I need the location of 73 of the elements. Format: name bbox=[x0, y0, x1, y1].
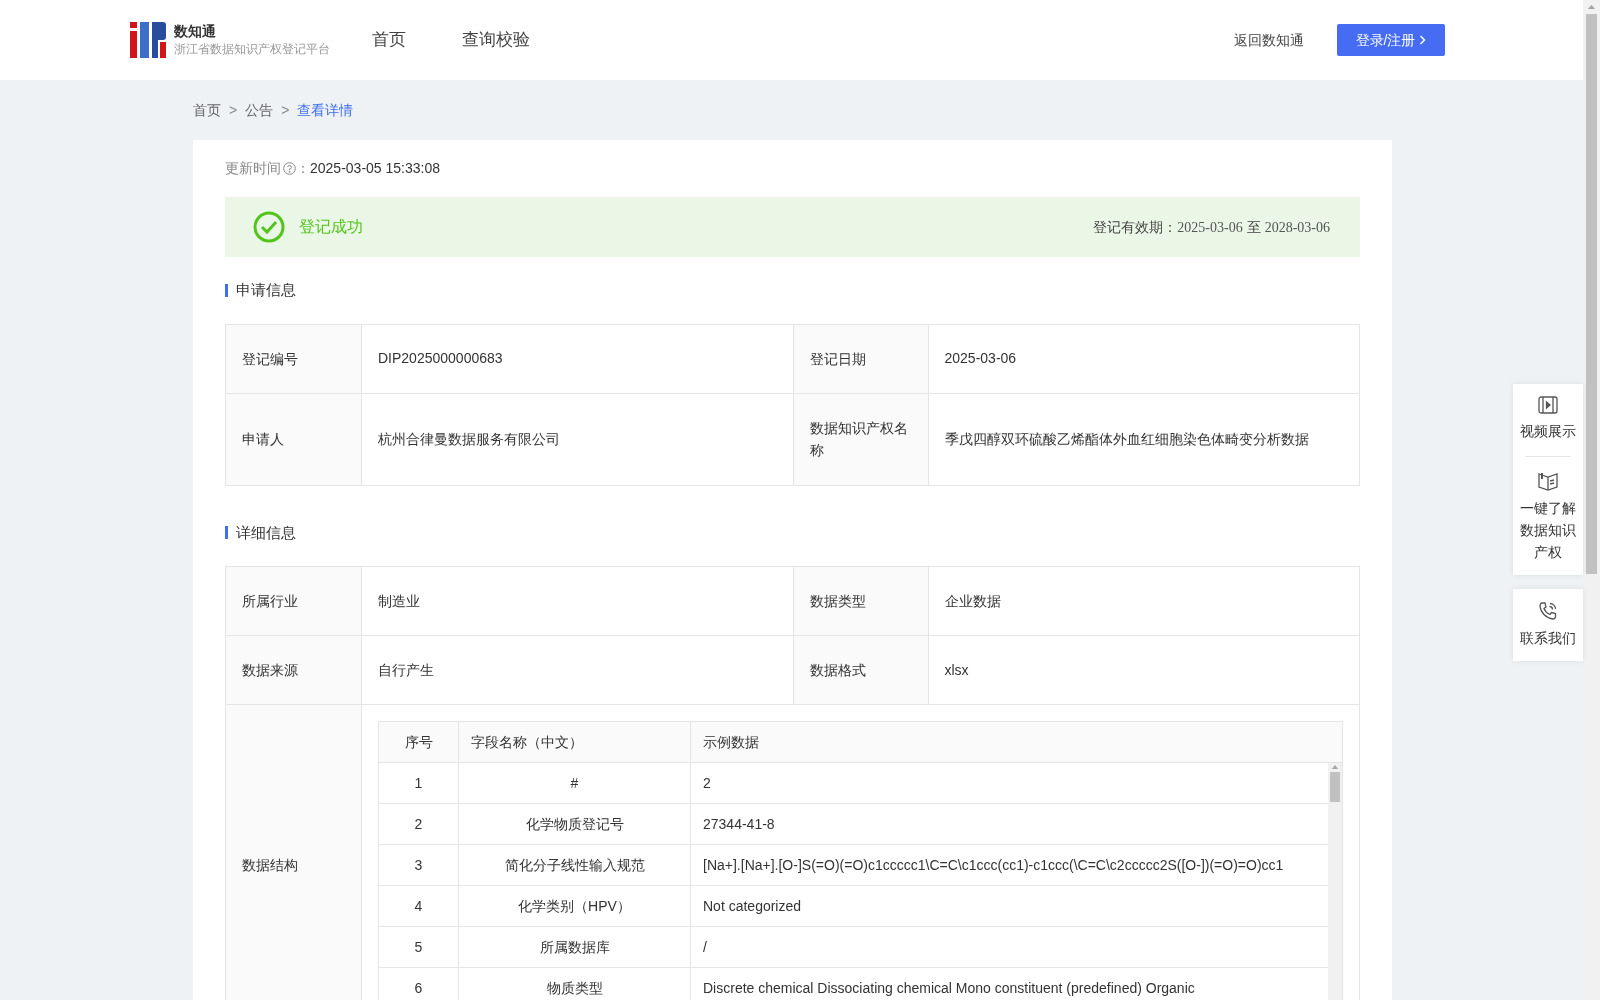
table-cell: 5 bbox=[379, 927, 459, 967]
table-cell: 简化分子线性输入规范 bbox=[459, 845, 691, 885]
scrollbar-thumb[interactable] bbox=[1586, 14, 1597, 574]
logo-icon bbox=[130, 22, 166, 58]
validity-to: 至 bbox=[1246, 217, 1261, 237]
side-panel-link[interactable]: 一键了解数据知识产权 bbox=[1519, 497, 1577, 563]
field-label: 登记日期 bbox=[809, 349, 866, 369]
field-value: 企业数据 bbox=[944, 591, 1001, 611]
validity-end: 2028-03-06 bbox=[1264, 218, 1330, 237]
field-value: 2025-03-06 bbox=[944, 349, 1017, 368]
check-circle-icon bbox=[253, 211, 285, 243]
nav-link[interactable]: 查询校验 bbox=[462, 27, 530, 53]
chevron-right-icon bbox=[1419, 35, 1427, 45]
field-value: DIP2025000000683 bbox=[378, 349, 503, 368]
field-value: 制造业 bbox=[378, 591, 420, 611]
breadcrumb-link[interactable]: 查看详情 bbox=[297, 99, 354, 121]
validity-start: 2025-03-06 bbox=[1177, 218, 1243, 237]
phone-icon bbox=[1538, 601, 1558, 621]
table-cell: 1 bbox=[379, 763, 459, 803]
breadcrumb-link[interactable]: 首页 bbox=[193, 99, 221, 121]
table-cell: 6 bbox=[379, 968, 459, 1000]
logo-subtitle: 浙江省数据知识产权登记平台 bbox=[174, 41, 330, 58]
table-cell-text: / bbox=[702, 937, 708, 957]
column-header: 字段名称（中文） bbox=[459, 722, 691, 762]
update-label: 更新时间 bbox=[225, 159, 281, 178]
nav-link[interactable]: 首页 bbox=[372, 27, 406, 53]
table-cell-text: 27344-41-8 bbox=[702, 814, 776, 834]
update-colon: ： bbox=[296, 159, 310, 178]
field-value: 杭州合律曼数据服务有限公司 bbox=[378, 429, 560, 449]
side-panel-link[interactable]: 联系我们 bbox=[1520, 627, 1576, 649]
column-header: 序号 bbox=[379, 722, 459, 762]
table-cell: 2 bbox=[379, 804, 459, 844]
table-cell: 化学物质登记号 bbox=[459, 804, 691, 844]
field-label: 登记编号 bbox=[242, 349, 298, 369]
validity-label: 登记有效期： bbox=[1093, 217, 1178, 237]
side-panel-link[interactable]: 视频展示 bbox=[1520, 420, 1576, 442]
field-label: 所属行业 bbox=[242, 592, 298, 611]
status-text: 登记成功 bbox=[299, 217, 363, 237]
table-cell: 物质类型 bbox=[459, 968, 691, 1000]
breadcrumb-separator: > bbox=[281, 100, 290, 120]
breadcrumb-link[interactable]: 公告 bbox=[245, 99, 274, 121]
update-time: 2025-03-05 15:33:08 bbox=[310, 159, 440, 178]
help-icon bbox=[283, 162, 296, 175]
table-cell: 所属数据库 bbox=[459, 927, 691, 967]
scrollbar-thumb[interactable] bbox=[1330, 772, 1340, 802]
field-value: 季戊四醇双环硫酸乙烯酯体外血红细胞染色体畸变分析数据 bbox=[944, 429, 1309, 449]
table-cell-text: 2 bbox=[702, 773, 712, 793]
field-label: 申请人 bbox=[242, 430, 284, 449]
field-label: 数据来源 bbox=[242, 661, 298, 680]
field-label: 数据格式 bbox=[809, 661, 866, 680]
section-marker bbox=[225, 526, 228, 540]
breadcrumb-separator: > bbox=[229, 100, 238, 120]
logo-title: 数知通 bbox=[174, 22, 217, 40]
table-cell-text: Not categorized bbox=[702, 896, 803, 916]
table-cell-text: Discrete chemical Dissociating chemical Mono constituent (predefined) Organic bbox=[702, 978, 1196, 998]
field-label: 数据结构 bbox=[242, 856, 298, 875]
table-cell-text: [Na+].[Na+].[O-]S(=O)(=O)c1ccccc1\C=C\c1ccc(cc1)-c1ccc(\C=C\c2ccccc2S([O-])(=O)=O)cc1 bbox=[702, 855, 1285, 875]
column-header: 示例数据 bbox=[702, 732, 760, 752]
back-link[interactable]: 返回数知通 bbox=[1234, 29, 1304, 51]
section-title: 申请信息 bbox=[236, 280, 296, 300]
table-cell: 3 bbox=[379, 845, 459, 885]
field-label: 数据类型 bbox=[809, 592, 866, 611]
table-cell: # bbox=[459, 763, 691, 803]
login-button[interactable]: 登录/注册 bbox=[1337, 24, 1445, 56]
field-label: 数据知识产权名称 bbox=[809, 419, 909, 460]
book-icon bbox=[1537, 471, 1559, 491]
field-value: xlsx bbox=[944, 660, 969, 680]
field-value: 自行产生 bbox=[378, 660, 434, 680]
film-icon bbox=[1538, 396, 1558, 414]
table-cell: 4 bbox=[379, 886, 459, 926]
section-title: 详细信息 bbox=[236, 522, 296, 543]
table-cell: 化学类别（HPV） bbox=[459, 886, 691, 926]
section-marker bbox=[225, 283, 228, 297]
